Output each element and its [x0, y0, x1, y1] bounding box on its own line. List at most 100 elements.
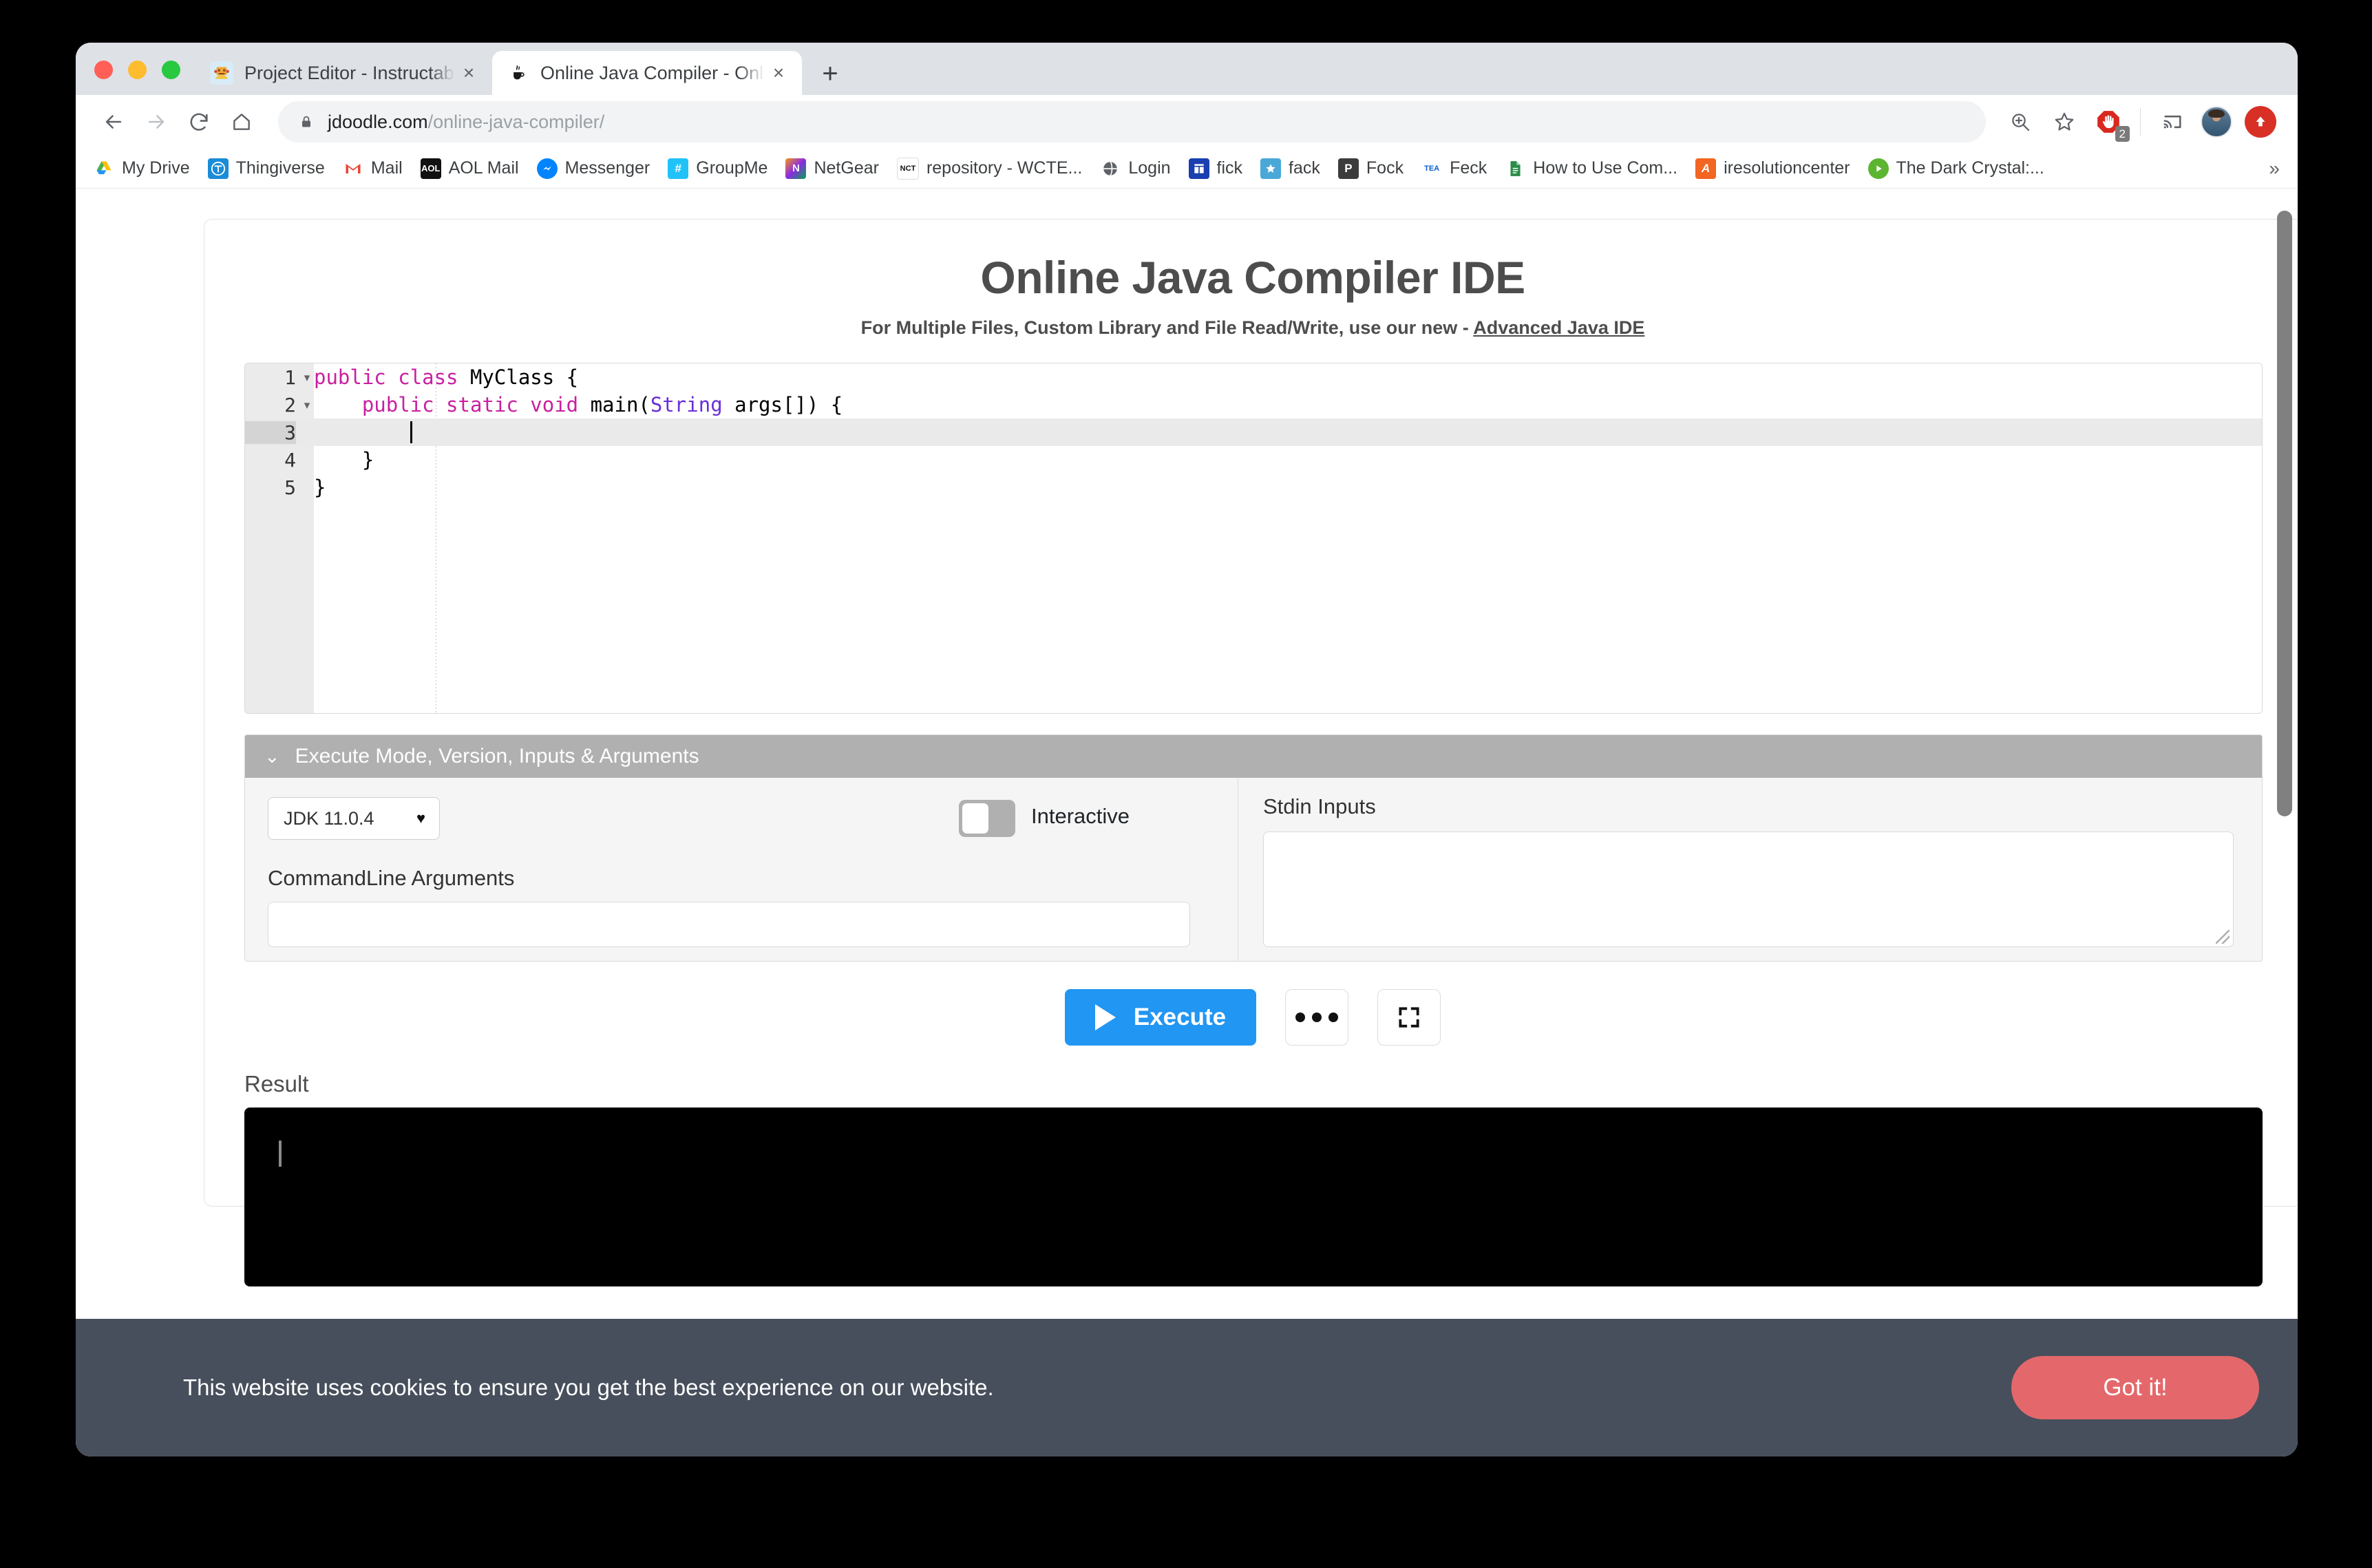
close-icon[interactable]: × — [455, 59, 483, 87]
commandline-arguments-input[interactable] — [268, 902, 1190, 947]
url-path: /online-java-compiler/ — [428, 112, 605, 132]
maximize-window-button[interactable] — [162, 61, 180, 79]
cookie-accept-button[interactable]: Got it! — [2011, 1356, 2259, 1419]
execute-right-column: Stdin Inputs — [1238, 778, 2262, 962]
bookmark-the-dark-crystal[interactable]: The Dark Crystal:... — [1868, 158, 2044, 179]
commandline-arguments-label: CommandLine Arguments — [268, 866, 514, 891]
google-drive-icon — [94, 158, 114, 179]
more-options-icon — [1295, 1013, 1338, 1022]
close-window-button[interactable] — [94, 61, 113, 79]
code-keyword: public static void — [362, 393, 578, 416]
code-line-2: 2 ▾ public static void main(String args[… — [245, 391, 2262, 419]
reload-icon[interactable] — [178, 100, 220, 143]
new-tab-button[interactable]: + — [809, 52, 851, 95]
more-options-button[interactable] — [1285, 989, 1348, 1046]
bookmark-label: NetGear — [814, 158, 878, 178]
bookmark-feck[interactable]: TEA Feck — [1421, 158, 1487, 179]
execute-button[interactable]: Execute — [1065, 989, 1256, 1046]
home-icon[interactable] — [220, 100, 263, 143]
nct-icon: NCT — [897, 158, 919, 180]
toolbar-divider — [2140, 108, 2141, 136]
line-number: 4 — [245, 449, 296, 472]
bookmark-star-icon[interactable] — [2044, 102, 2084, 142]
cookie-consent-bar: This website uses cookies to ensure you … — [76, 1319, 2298, 1456]
page-scrollbar[interactable] — [2277, 197, 2292, 1214]
jdk-version-select[interactable]: JDK 11.0.4 ♥ — [268, 797, 440, 840]
url-domain: jdoodle.com — [328, 112, 428, 132]
scrollbar-thumb[interactable] — [2277, 211, 2292, 816]
adblock-badge: 2 — [2115, 126, 2130, 142]
bookmark-fick[interactable]: fick — [1189, 158, 1243, 179]
bookmark-fock[interactable]: P Fock — [1338, 158, 1404, 179]
result-label: Result — [244, 1071, 309, 1097]
page-title: Online Java Compiler IDE — [204, 220, 2298, 304]
minimize-window-button[interactable] — [128, 61, 147, 79]
bookmark-aol-mail[interactable]: AOL AOL Mail — [421, 158, 519, 179]
fullscreen-button[interactable] — [1377, 989, 1441, 1046]
tab-strip: Project Editor - Instructables × Online … — [76, 43, 2298, 95]
adblock-icon[interactable]: 2 — [2088, 102, 2128, 142]
bookmark-label: AOL Mail — [449, 158, 519, 178]
code-text: public static void main(String args[]) { — [314, 393, 843, 416]
update-arrow-icon[interactable] — [2241, 102, 2280, 142]
page-subtitle: For Multiple Files, Custom Library and F… — [204, 304, 2298, 339]
cast-icon[interactable] — [2152, 102, 2192, 142]
tea-icon: TEA — [1421, 158, 1442, 179]
bookmark-mail[interactable]: Mail — [343, 158, 403, 179]
bookmark-how-to-use-com[interactable]: How to Use Com... — [1505, 158, 1677, 179]
bookmark-groupme[interactable]: # GroupMe — [668, 158, 767, 179]
code-line-5: 5 } — [245, 474, 2262, 501]
page-viewport: Online Java Compiler IDE For Multiple Fi… — [76, 189, 2298, 1456]
line-number: 2 — [245, 394, 296, 416]
stdin-inputs-label: Stdin Inputs — [1263, 794, 1376, 819]
bookmark-messenger[interactable]: Messenger — [537, 158, 650, 179]
fold-arrow-icon[interactable]: ▾ — [301, 372, 313, 383]
browser-toolbar: jdoodle.com/online-java-compiler/ 2 — [76, 95, 2298, 149]
cookie-message: This website uses cookies to ensure you … — [183, 1375, 994, 1401]
code-editor[interactable]: 1 ▾ public class MyClass { 2 ▾ public st… — [244, 363, 2263, 714]
back-arrow-icon[interactable] — [92, 100, 135, 143]
code-text: } — [314, 476, 326, 499]
chevron-down-icon[interactable]: ⌄ — [264, 748, 280, 766]
bookmark-iresolutioncenter[interactable]: A iresolutioncenter — [1695, 158, 1850, 179]
code-text — [314, 421, 412, 444]
bookmark-my-drive[interactable]: My Drive — [94, 158, 190, 179]
result-output[interactable] — [244, 1108, 2263, 1286]
avatar — [2201, 106, 2232, 138]
bookmark-repository[interactable]: NCT repository - WCTE... — [897, 158, 1082, 180]
orange-a-icon: A — [1695, 158, 1716, 179]
browser-window: Project Editor - Instructables × Online … — [76, 43, 2298, 1456]
code-plain: main( — [578, 393, 650, 416]
result-cursor — [279, 1141, 282, 1167]
code-line-1: 1 ▾ public class MyClass { — [245, 363, 2262, 391]
resize-handle-icon[interactable] — [2216, 930, 2230, 944]
execute-panel-title: Execute Mode, Version, Inputs & Argument… — [295, 745, 699, 768]
lock-icon — [296, 114, 317, 130]
interactive-toggle[interactable] — [959, 800, 1015, 837]
tab-online-java-compiler[interactable]: Online Java Compiler - Online × — [492, 51, 802, 95]
address-bar-text: jdoodle.com/online-java-compiler/ — [328, 112, 604, 133]
forward-arrow-icon[interactable] — [135, 100, 178, 143]
close-icon[interactable]: × — [765, 59, 792, 87]
fold-arrow-icon[interactable]: ▾ — [301, 399, 313, 411]
bookmarks-overflow-button[interactable]: » — [2269, 158, 2284, 180]
toolbar-right-icons: 2 — [1998, 102, 2298, 142]
code-keyword: public class — [314, 365, 458, 389]
bookmark-label: Fock — [1366, 158, 1404, 178]
bookmark-netgear[interactable]: N NetGear — [785, 158, 878, 179]
zoom-icon[interactable] — [2000, 102, 2040, 142]
bookmark-login[interactable]: Login — [1100, 158, 1170, 179]
bookmark-label: Thingiverse — [236, 158, 325, 178]
address-bar[interactable]: jdoodle.com/online-java-compiler/ — [278, 101, 1986, 142]
bookmark-label: Messenger — [565, 158, 650, 178]
advanced-java-ide-link[interactable]: Advanced Java IDE — [1473, 317, 1644, 338]
interactive-label: Interactive — [1031, 804, 1130, 829]
tab-project-editor[interactable]: Project Editor - Instructables × — [196, 51, 492, 95]
execute-panel-header[interactable]: ⌄ Execute Mode, Version, Inputs & Argume… — [245, 735, 2262, 778]
stdin-inputs-textarea[interactable] — [1263, 831, 2234, 947]
profile-avatar[interactable] — [2196, 102, 2236, 142]
bookmark-label: iresolutioncenter — [1724, 158, 1850, 178]
code-plain: MyClass { — [458, 365, 579, 389]
bookmark-thingiverse[interactable]: Thingiverse — [208, 158, 325, 179]
bookmark-fack[interactable]: fack — [1260, 158, 1320, 179]
